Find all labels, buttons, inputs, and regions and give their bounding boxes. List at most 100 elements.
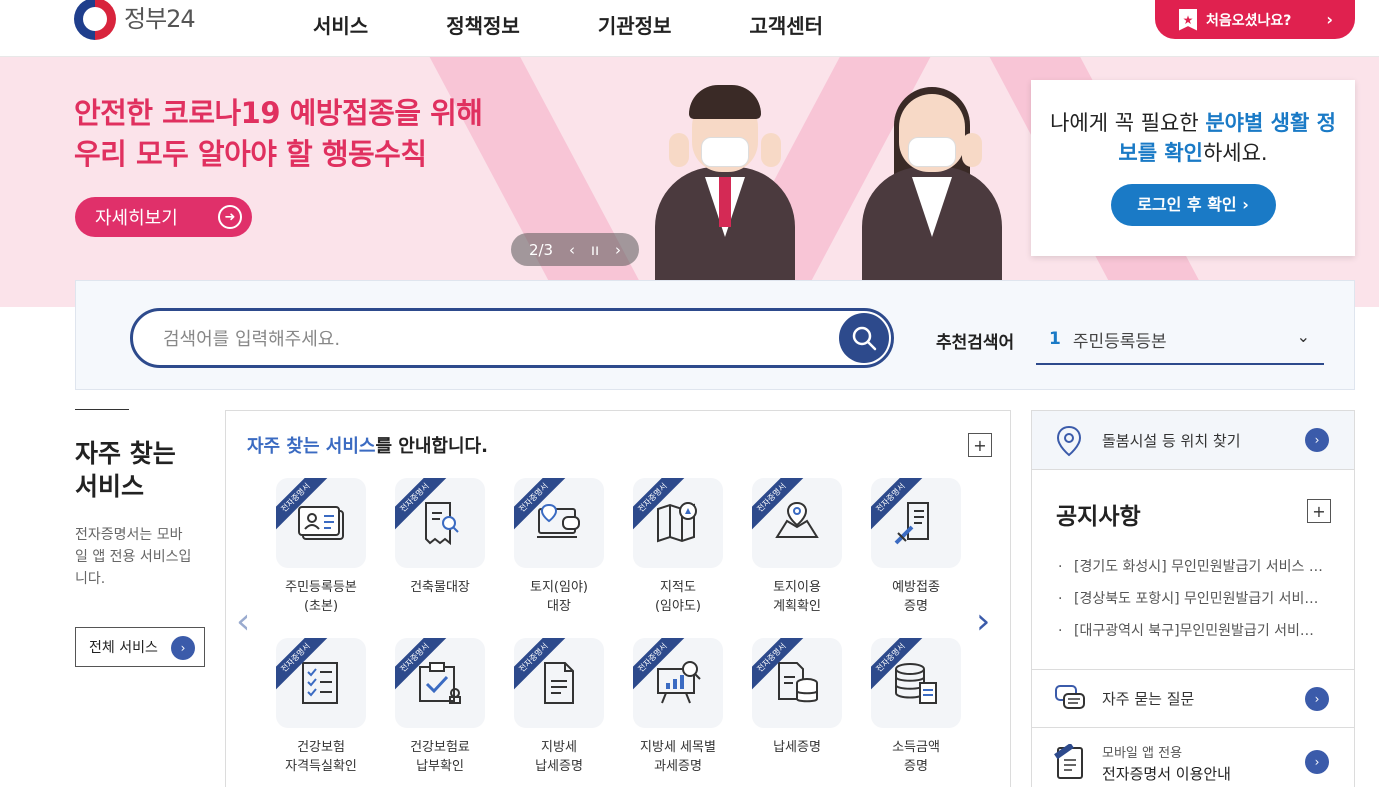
first-visit-button[interactable]: ★ 처음오셨나요? › [1155, 0, 1355, 39]
service-item[interactable]: 전자증명서 납세증명 [742, 638, 852, 757]
service-item[interactable]: 전자증명서 건강보험 자격득실확인 [266, 638, 376, 776]
notice-item[interactable]: [대구광역시 북구]무인민원발급기 서비스 중단 안내 [1056, 615, 1326, 647]
woman-mask [908, 137, 956, 167]
service-label: 주민등록등본 (초본) [285, 580, 357, 614]
database-document-icon [895, 663, 937, 704]
services-heading: 자주 찾는 서비스를 안내합니다. [247, 432, 488, 458]
document-coins-icon [778, 662, 818, 703]
frequent-desc: 전자증명서는 모바일 앱 전용 서비스입니다. [75, 527, 192, 587]
search-input[interactable] [163, 325, 803, 353]
services-panel: 자주 찾는 서비스를 안내합니다. + ‹ › 전자증명서 주민등록등본 (초본)… [225, 410, 1011, 787]
prev-slide-icon[interactable]: ‹ [569, 241, 575, 259]
recommend-rank: 1 [1049, 329, 1061, 349]
syringe-document-icon [894, 502, 929, 545]
recommend-label: 추천검색어 [936, 333, 1015, 353]
banner-title: 안전한 코로나19 예방접종을 위해 우리 모두 알아야 할 행동수칙 [74, 93, 483, 175]
mobile-cert-guide-link[interactable]: 모바일 앱 전용 전자증명서 이용안내 › [1032, 727, 1354, 787]
service-tile[interactable]: 전자증명서 [752, 478, 842, 568]
service-label: 건강보험료 납부확인 [410, 740, 470, 774]
detail-button[interactable]: 자세히보기 ➜ [75, 197, 252, 237]
service-tile[interactable]: 전자증명서 [514, 638, 604, 728]
notice-list: [경기도 화성시] 무인민원발급기 서비스 중단 안내 [경상북도 포항시] 무… [1056, 551, 1326, 647]
service-item[interactable]: 전자증명서 지방세 세목별 과세증명 [623, 638, 733, 776]
notice-item[interactable]: [경기도 화성시] 무인민원발급기 서비스 중단 안내 [1056, 551, 1326, 583]
next-slide-icon[interactable]: › [615, 241, 621, 259]
facility-label: 돌봄시설 등 위치 찾기 [1102, 431, 1241, 450]
map-pin-chat-icon [537, 503, 580, 538]
service-item[interactable]: 전자증명서 건축물대장 [385, 478, 495, 597]
service-label: 소득금액 증명 [892, 740, 940, 774]
service-item[interactable]: 전자증명서 지적도 (임야도) [623, 478, 733, 616]
all-service-label: 전체 서비스 [89, 640, 158, 656]
service-tile[interactable]: 전자증명서 [395, 478, 485, 568]
recommend-dropdown[interactable]: 1 주민등록등본 ⌄ [1036, 315, 1324, 365]
chevron-down-icon: ⌄ [1296, 327, 1310, 346]
map-location-icon [775, 501, 819, 538]
location-pin-icon [1056, 425, 1082, 457]
notice-item[interactable]: [경상북도 포항시] 무인민원발급기 서비스 중단 안내 [1056, 583, 1326, 615]
service-tile[interactable]: 전자증명서 [871, 478, 961, 568]
service-item[interactable]: 전자증명서주민등록등본 (초본) [266, 478, 376, 616]
recommend-term: 주민등록등본 [1072, 331, 1167, 352]
arrow-right-icon: › [1305, 428, 1329, 452]
man-hair [689, 85, 761, 119]
service-tile[interactable]: 전자증명서 [871, 638, 961, 728]
man-hand-left [669, 133, 689, 167]
nav-item-service[interactable]: 서비스 [313, 10, 368, 39]
banner-title-line1: 안전한 코로나19 예방접종을 위해 [74, 96, 483, 130]
man-hand-right [761, 133, 781, 167]
services-heading-rest: 를 안내합니다. [375, 436, 488, 457]
man-illustration [655, 85, 795, 307]
facility-finder-link[interactable]: 돌봄시설 등 위치 찾기 › [1032, 411, 1354, 470]
id-card-icon [298, 506, 344, 540]
faq-label: 자주 묻는 질문 [1102, 690, 1195, 708]
services-more-button[interactable]: + [968, 433, 992, 457]
service-tile[interactable]: 전자증명서 [276, 638, 366, 728]
nav-item-agency[interactable]: 기관정보 [598, 10, 672, 39]
service-item[interactable]: 전자증명서토지이용 계획확인 [742, 478, 852, 616]
header: 정부24 서비스 정책정보 기관정보 고객센터 ★ 처음오셨나요? › [0, 0, 1379, 57]
clipboard-check-icon [419, 662, 461, 704]
first-visit-label: 처음오셨나요? [1206, 12, 1292, 29]
login-promo-text: 나에게 꼭 필요한 분야별 생활 정보를 확인하세요. [1031, 108, 1355, 168]
faq-link[interactable]: 자주 묻는 질문 › [1032, 669, 1354, 727]
woman-illustration [862, 85, 1002, 307]
arrow-right-icon: › [1305, 686, 1329, 711]
banner-title-line2: 우리 모두 알아야 할 행동수칙 [74, 137, 427, 171]
service-tile[interactable]: 전자증명서 [633, 638, 723, 728]
prev-arrow-icon[interactable]: ‹ [236, 601, 250, 642]
slide-controls: 2/3 ‹ ıı › [511, 233, 639, 266]
services-heading-highlight: 자주 찾는 서비스 [247, 436, 376, 457]
document-icon [544, 662, 574, 704]
arrow-right-icon: › [1305, 750, 1329, 774]
login-check-button[interactable]: 로그인 후 확인 › [1110, 184, 1276, 226]
service-tile[interactable]: 전자증명서 [276, 478, 366, 568]
service-tile[interactable]: 전자증명서 [395, 638, 485, 728]
service-label: 토지이용 계획확인 [773, 580, 821, 614]
service-label: 예방접종 증명 [892, 580, 940, 614]
service-tile[interactable]: 전자증명서 [752, 638, 842, 728]
notice-more-button[interactable]: + [1307, 499, 1331, 523]
notice-title: 공지사항 [1056, 504, 1141, 530]
pause-icon[interactable]: ıı [591, 241, 599, 259]
next-arrow-icon[interactable]: › [976, 601, 990, 642]
nav-item-customer[interactable]: 고객센터 [749, 10, 823, 39]
service-item[interactable]: 전자증명서건강보험료 납부확인 [385, 638, 495, 776]
man-tie [719, 177, 731, 227]
service-label: 토지(임야) 대장 [530, 580, 588, 614]
slide-indicator: 2/3 [528, 240, 554, 259]
service-item[interactable]: 전자증명서소득금액 증명 [861, 638, 971, 776]
nav-item-policy[interactable]: 정책정보 [446, 10, 520, 39]
service-item[interactable]: 전자증명서예방접종 증명 [861, 478, 971, 616]
all-service-button[interactable]: 전체 서비스 › [75, 627, 205, 667]
main-nav: 서비스 정책정보 기관정보 고객센터 [313, 10, 901, 39]
detail-label: 자세히보기 [95, 208, 178, 229]
search-button[interactable] [839, 313, 889, 363]
presentation-chart-icon [657, 661, 701, 704]
logo[interactable]: 정부24 [74, 0, 204, 42]
service-tile[interactable]: 전자증명서 [514, 478, 604, 568]
service-item[interactable]: 전자증명서 지방세 납세증명 [504, 638, 614, 776]
document-search-icon [425, 502, 459, 546]
service-item[interactable]: 전자증명서토지(임야) 대장 [504, 478, 614, 616]
service-tile[interactable]: 전자증명서 [633, 478, 723, 568]
